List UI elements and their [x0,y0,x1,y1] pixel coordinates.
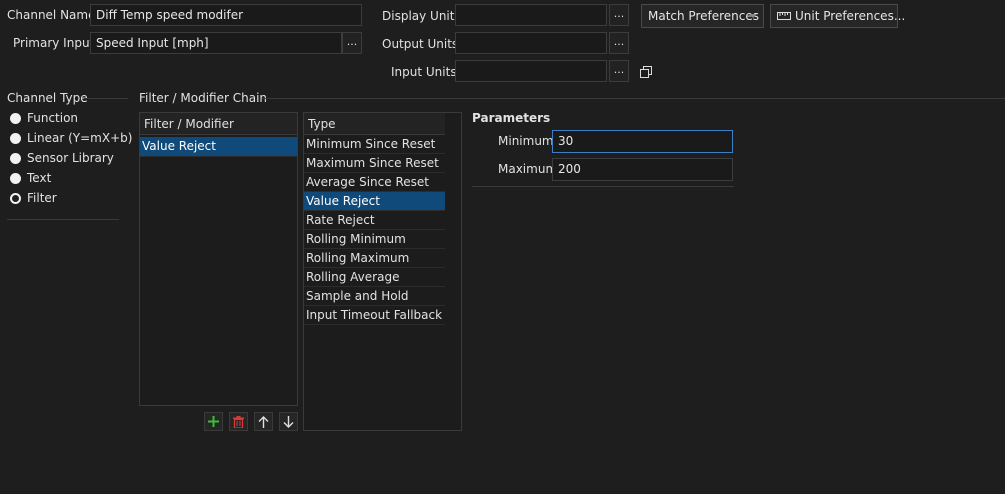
type-list-item[interactable]: Sample and Hold [304,287,445,306]
unit-preferences-button[interactable]: Unit Preferences... [770,4,905,28]
copy-icon [639,65,652,78]
input-units-label: Input Units [391,65,457,79]
channel-type-sensor-library[interactable]: Sensor Library [10,149,114,167]
channel-name-label: Channel Name [7,8,96,22]
radio-button-selected[interactable] [10,192,21,204]
delete-filter-button[interactable] [229,412,248,431]
channel-type-divider [84,98,128,99]
channel-type-option-label: Sensor Library [27,151,114,165]
radio-button[interactable] [10,172,21,184]
maximum-label: Maximum [498,162,558,176]
type-list-item[interactable]: Input Timeout Fallback [304,306,445,325]
maximum-input[interactable]: 200 [552,158,733,181]
minimum-input[interactable]: 30 [552,130,733,153]
type-list-item[interactable]: Maximum Since Reset [304,154,445,173]
type-list-header: Type [304,113,445,135]
radio-button[interactable] [10,132,21,144]
move-down-button[interactable] [279,412,298,431]
type-list-item[interactable]: Rolling Maximum [304,249,445,268]
chain-title: Filter / Modifier Chain [139,91,268,105]
ruler-icon [777,12,791,20]
channel-type-option-label: Linear (Y=mX+b) [27,131,133,145]
channel-name-input[interactable]: Diff Temp speed modifer [90,4,362,26]
chevron-down-icon [749,14,757,18]
output-units-browse-button[interactable]: ... [609,32,629,54]
arrow-up-icon [258,415,269,428]
input-units-browse-button[interactable]: ... [609,60,629,82]
radio-button[interactable] [10,152,21,164]
primary-input-browse-button[interactable]: ... [342,32,362,54]
chain-list-item[interactable]: Value Reject [140,137,297,157]
type-list-item[interactable]: Rate Reject [304,211,445,230]
channel-type-option-label: Filter [27,191,57,205]
type-list[interactable]: Type Minimum Since Reset Maximum Since Re… [304,113,445,325]
type-panel: Type Minimum Since Reset Maximum Since Re… [303,112,462,431]
type-list-item[interactable]: Value Reject [304,192,445,211]
input-units-input[interactable] [455,60,607,82]
channel-type-bottom-divider [7,219,119,220]
match-preferences-label: Match Preferences [648,9,760,23]
add-filter-button[interactable] [204,412,223,431]
output-units-input[interactable] [455,32,607,54]
parameters-divider [472,186,734,187]
type-list-item[interactable]: Rolling Minimum [304,230,445,249]
minimum-label: Minimum [498,134,554,148]
copy-units-button[interactable] [636,62,655,81]
radio-button[interactable] [10,112,21,124]
type-list-item[interactable]: Rolling Average [304,268,445,287]
chain-divider [262,98,1005,99]
move-up-button[interactable] [254,412,273,431]
channel-type-text[interactable]: Text [10,169,51,187]
unit-preferences-label: Unit Preferences... [795,9,906,23]
channel-type-option-label: Text [27,171,52,185]
channel-type-filter[interactable]: Filter [10,189,57,207]
arrow-down-icon [283,415,294,428]
channel-type-title: Channel Type [7,91,88,105]
channel-type-linear[interactable]: Linear (Y=mX+b) [10,129,132,147]
type-list-item[interactable]: Average Since Reset [304,173,445,192]
plus-icon [208,416,219,427]
chain-list[interactable]: Filter / Modifier Value Reject [139,112,298,406]
primary-input-label: Primary Input [13,36,95,50]
output-units-label: Output Units [382,37,459,51]
display-units-input[interactable] [455,4,607,26]
channel-type-option-label: Function [27,111,79,125]
primary-input-field[interactable]: Speed Input [mph] [90,32,342,54]
trash-icon [233,415,244,428]
type-list-item[interactable]: Minimum Since Reset [304,135,445,154]
display-units-label: Display Units [382,9,461,23]
parameters-title: Parameters [472,111,551,125]
display-units-browse-button[interactable]: ... [609,4,629,26]
chain-list-header: Filter / Modifier [140,113,297,135]
channel-type-function[interactable]: Function [10,109,78,127]
match-preferences-dropdown[interactable]: Match Preferences [641,4,764,28]
